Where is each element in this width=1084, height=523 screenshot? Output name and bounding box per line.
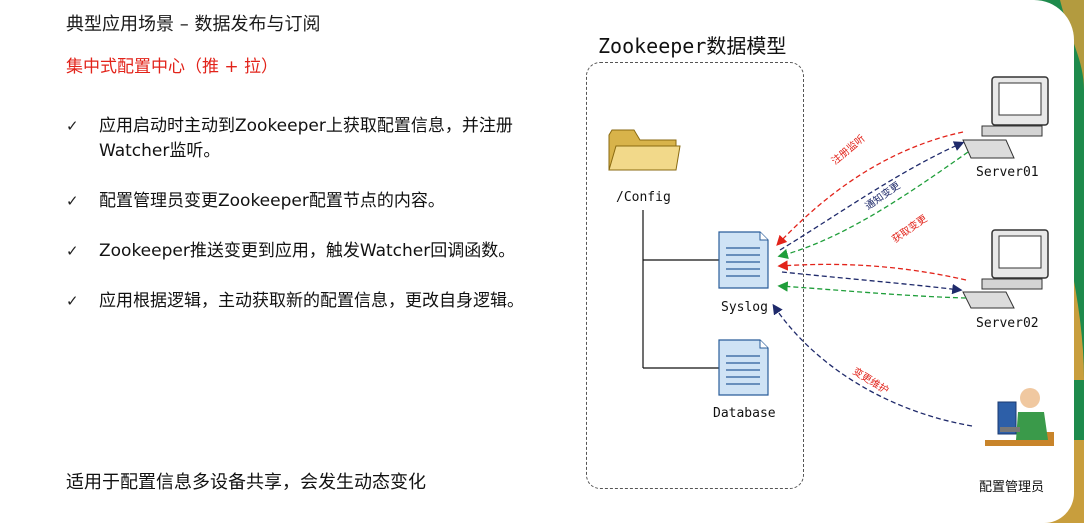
admin-label: 配置管理员: [979, 480, 1045, 495]
folder-icon: [608, 129, 681, 171]
server02-notify-arrow: [781, 271, 963, 295]
fetch-change-label: 获取变更: [889, 212, 929, 246]
admin-person-icon: [985, 388, 1054, 446]
change-maintain-arrow: [772, 303, 973, 427]
database-node-label: Database: [713, 406, 776, 421]
server02-register-arrow: [777, 260, 967, 281]
notify-change-label: 通知变更: [862, 179, 902, 213]
server01-computer-icon: [962, 76, 1049, 159]
config-node-label: /Config: [616, 190, 671, 205]
syslog-node-label: Syslog: [721, 300, 768, 315]
server02-computer-icon: [962, 229, 1049, 309]
server02-label: Server02: [976, 316, 1039, 331]
database-document-icon: [718, 339, 769, 396]
register-watch-label: 注册监听: [829, 132, 868, 168]
syslog-document-icon: [718, 231, 769, 289]
server01-label: Server01: [976, 165, 1039, 180]
tree-connectors: [642, 210, 719, 369]
diagram-graphics: 注册监听 通知变更 获取变更 变更维护: [608, 76, 1054, 446]
register-watch-arrow: [776, 131, 964, 246]
notify-change-arrow: [779, 141, 965, 251]
slide-frame: 典型应用场景 – 数据发布与订阅 集中式配置中心（推 + 拉） ✓ 应用启动时主…: [0, 0, 1084, 523]
